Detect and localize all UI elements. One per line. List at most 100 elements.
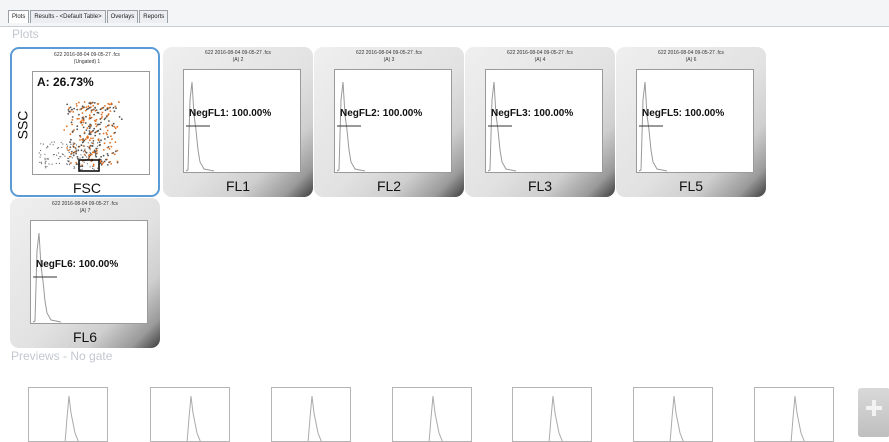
histogram-plot-area[interactable]: NegFL3: 100.00% [485,69,603,173]
scatter-point [90,111,93,113]
scatter-point [75,103,78,105]
scatter-point [105,158,107,161]
preview-line [307,395,322,441]
previews-scroll-button[interactable] [858,388,889,437]
histogram-plot-area[interactable]: NegFL6: 100.00% [30,220,148,324]
scatter-point [111,125,114,127]
scatter-point [88,116,91,119]
scatter-point [66,163,68,165]
scatter-point [73,107,75,110]
scatter-point [83,131,86,134]
scatter-point [83,145,86,147]
scatter-point [108,120,110,122]
scatter-point [84,138,87,141]
tab-reports[interactable]: Reports [139,10,169,23]
scatter-point [94,131,97,134]
scatter-point [114,105,117,108]
scatter-point [104,117,107,119]
plot-file-caption: 622 2016-08-04 09-05-27 .fcs [205,50,271,56]
preview-thumbnail[interactable] [512,387,592,442]
scatter-point [78,113,80,116]
scatter-point [91,145,94,147]
scatter-point [38,152,40,154]
preview-thumbnail[interactable] [150,387,230,442]
plot-card[interactable]: 622 2016-08-04 09-05-27 .fcs (Ungated) 1 A… [10,47,160,197]
scatter-point [71,152,73,155]
scatter-point [88,154,90,157]
preview-line [186,395,201,441]
preview-thumbnail[interactable] [28,387,108,442]
plot-gate-caption: (A) 3 [383,57,395,63]
scatter-point [52,144,54,146]
histogram-plot-area[interactable]: NegFL2: 100.00% [334,69,452,173]
plot-card[interactable]: 622 2016-08-04 09-05-27 .fcs (A) 6 NegFL5:… [616,47,766,197]
scatter-point [48,158,50,160]
scatter-point [61,146,63,148]
scatter-point [99,161,102,164]
scatter-point [110,163,113,165]
scatter-point [86,108,88,111]
scatter-point [83,101,86,103]
preview-thumbnail[interactable] [392,387,472,442]
scatter-point [67,113,70,115]
scatter-point [70,142,72,144]
preview-thumbnail[interactable] [271,387,351,442]
scatter-point [56,154,58,156]
tab-overlays[interactable]: Overlays [106,10,139,23]
plot-gate-caption: (A) 2 [232,57,244,63]
scatter-point [94,106,96,109]
scatter-point [95,118,98,121]
scatter-point [97,147,99,149]
scatter-point [82,126,85,129]
histogram-plot-area[interactable]: NegFL5: 100.00% [636,69,754,173]
plus-icon [866,400,882,416]
scatter-point [68,164,71,166]
scatter-point [51,141,53,143]
scatter-point [87,125,90,128]
scatter-point [70,138,72,141]
scatter-point [44,167,47,169]
scatter-point [120,118,123,121]
plot-card[interactable]: 622 2016-08-04 09-05-27 .fcs (A) 4 NegFL3:… [465,47,615,197]
scatter-point [108,161,110,164]
scatter-point [86,156,88,158]
plot-card[interactable]: 622 2016-08-04 09-05-27 .fcs (A) 2 NegFL1:… [163,47,313,197]
scatter-point [97,129,100,132]
scatter-point [40,149,42,152]
scatter-point [79,157,81,159]
scatter-point [72,151,75,154]
scatter-point [116,160,119,163]
scatter-point [93,113,95,116]
scatter-point [97,142,99,144]
scatter-point [75,105,78,107]
scatter-point [96,167,99,169]
preview-thumbnail[interactable] [633,387,713,442]
gate-percentage-label: NegFL6: 100.00% [36,259,119,270]
scatter-point [44,165,46,167]
scatter-point [72,142,74,144]
scatter-point [105,115,108,117]
histogram-plot-area[interactable]: NegFL1: 100.00% [183,69,301,173]
scatter-point [44,159,46,161]
plot-card[interactable]: 622 2016-08-04 09-05-27 .fcs (A) 7 NegFL6:… [10,198,160,348]
scatter-point [85,151,87,153]
scatter-point [44,157,46,159]
scatter-point [81,124,84,126]
tab-results[interactable]: Results - <Default Table> [30,10,106,23]
scatter-point [83,161,85,163]
scatter-point [57,147,59,149]
scatter-point [68,107,70,110]
scatter-point [76,117,79,120]
gate-percentage-label: A: 26.73% [37,75,94,89]
scatter-point [113,153,116,156]
plot-file-caption: 622 2016-08-04 09-05-27 .fcs [54,52,120,58]
tab-bar: Plots Results - <Default Table> Overlays… [0,0,889,27]
tab-list: Plots Results - <Default Table> Overlays… [8,10,169,23]
scatter-point [86,135,89,138]
scatter-point [78,101,80,104]
scatter-plot-area[interactable]: A: 26.73% [32,71,150,175]
plot-card[interactable]: 622 2016-08-04 09-05-27 .fcs (A) 3 NegFL2:… [314,47,464,197]
preview-thumbnail[interactable] [754,387,834,442]
scatter-point [66,147,68,149]
tab-plots[interactable]: Plots [8,10,30,23]
